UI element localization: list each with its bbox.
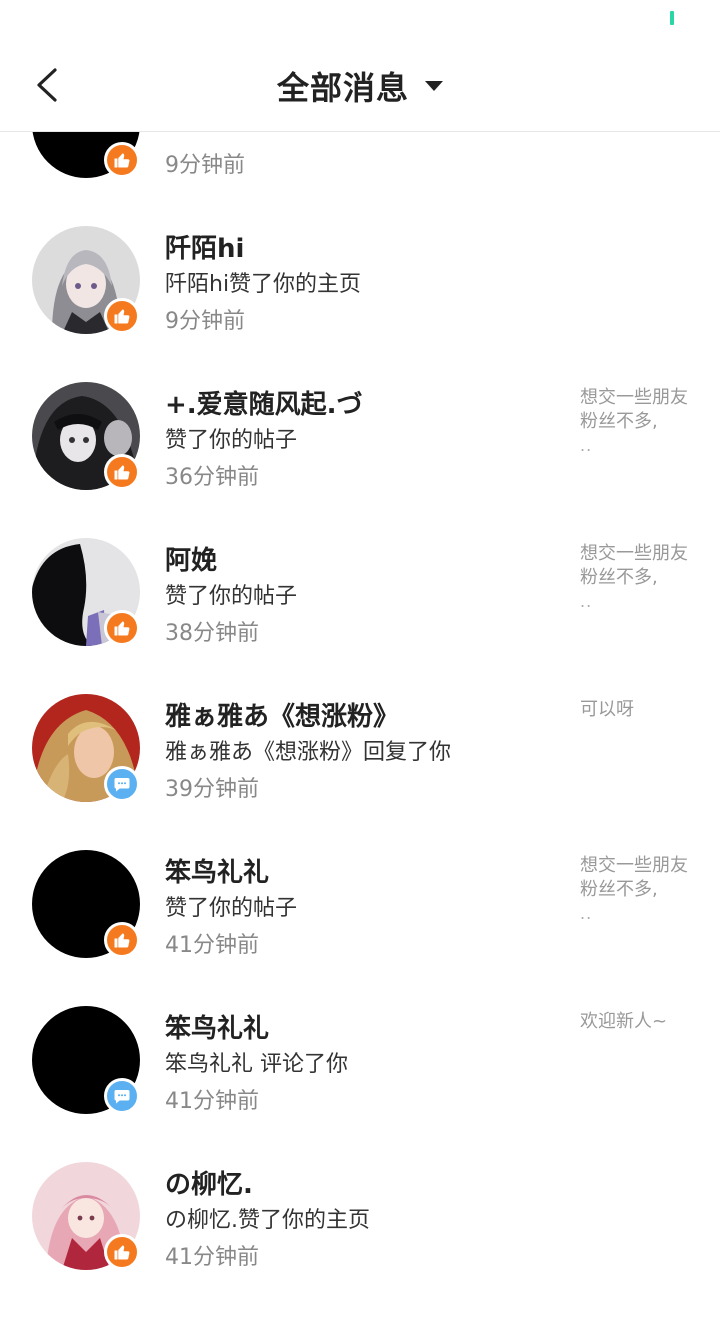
list-item[interactable]: 阿娩 赞了你的帖子 38分钟前 想交一些朋友粉丝不多, .. (0, 538, 720, 694)
message-time: 9分钟前 (165, 309, 245, 334)
list-item[interactable]: 雅ぁ雅あ《想涨粉》 雅ぁ雅あ《想涨粉》回复了你 39分钟前 可以呀 (0, 694, 720, 850)
chat-bubble-icon (114, 778, 130, 792)
message-time: 39分钟前 (165, 777, 259, 802)
header: 全部消息 (0, 40, 720, 132)
sender-name: の柳忆. (165, 1170, 253, 1200)
page-title: 全部消息 (276, 69, 409, 107)
sender-name: 笨鸟礼礼 (165, 1014, 270, 1044)
list-item[interactable]: 笨鸟礼礼 赞了你的帖子 41分钟前 想交一些朋友粉丝不多, .. (0, 850, 720, 1006)
message-action: の柳忆.赞了你的主页 (165, 1208, 370, 1233)
chat-bubble-icon (114, 1090, 130, 1104)
back-button[interactable] (22, 60, 72, 110)
sender-name: 阿娩 (165, 546, 218, 576)
list-item[interactable]: の柳忆. の柳忆.赞了你的主页 41分钟前 (0, 1162, 720, 1318)
thumbs-up-icon (114, 1245, 130, 1260)
preview-ellipsis: .. (580, 436, 593, 455)
message-time: 38分钟前 (165, 621, 259, 646)
preview-ellipsis: .. (580, 592, 593, 611)
sender-name: 笨鸟礼礼 (165, 858, 270, 888)
status-bar (0, 0, 720, 40)
message-time: 41分钟前 (165, 1089, 259, 1114)
chevron-left-icon (37, 68, 57, 102)
status-indicator (670, 11, 674, 25)
message-action: 赞了你的帖子 (165, 428, 298, 453)
list-item[interactable]: +.爱意随风起.づ 赞了你的帖子 36分钟前 想交一些朋友粉丝不多, .. (0, 382, 720, 538)
thumbs-up-icon (114, 933, 130, 948)
like-badge (104, 1234, 140, 1270)
message-time: 41分钟前 (165, 1245, 259, 1270)
list-item[interactable]: 阡陌hi 阡陌hi赞了你的主页 9分钟前 (0, 226, 720, 382)
like-badge (104, 454, 140, 490)
message-action: 赞了你的帖子 (165, 584, 298, 609)
thumbs-up-icon (114, 309, 130, 324)
like-badge (104, 610, 140, 646)
like-badge (104, 142, 140, 178)
message-filter-dropdown[interactable]: 全部消息 (277, 63, 443, 109)
list-item[interactable]: 笨鸟礼礼 笨鸟礼礼 评论了你 41分钟前 欢迎新人~ (0, 1006, 720, 1162)
message-preview: 欢迎新人~ (580, 1011, 668, 1032)
message-time: 9分钟前 (165, 153, 245, 178)
thumbs-up-icon (114, 465, 130, 480)
sender-name: 雅ぁ雅あ《想涨粉》 (165, 702, 400, 732)
preview-ellipsis: .. (580, 904, 593, 923)
like-badge (104, 298, 140, 334)
message-list: 9分钟前 .. 阡陌hi 阡陌hi赞了你的主页 9分钟前 (0, 0, 720, 1280)
message-action: 阡陌hi赞了你的主页 (165, 272, 362, 297)
message-preview: 想交一些朋友粉丝不多, (580, 855, 688, 900)
comment-badge (104, 1078, 140, 1114)
message-preview: 想交一些朋友粉丝不多, (580, 387, 688, 432)
sender-name: 阡陌hi (165, 234, 245, 264)
message-preview: 想交一些朋友粉丝不多, (580, 543, 688, 588)
message-action: 赞了你的帖子 (165, 896, 298, 921)
thumbs-up-icon (114, 153, 130, 168)
message-time: 36分钟前 (165, 465, 259, 490)
comment-badge (104, 766, 140, 802)
message-preview: 可以呀 (580, 699, 634, 720)
sender-name: +.爱意随风起.づ (165, 390, 363, 420)
message-action: 笨鸟礼礼 评论了你 (165, 1052, 348, 1077)
message-action: 雅ぁ雅あ《想涨粉》回复了你 (165, 740, 452, 765)
like-badge (104, 922, 140, 958)
thumbs-up-icon (114, 621, 130, 636)
caret-down-icon (425, 81, 443, 91)
message-time: 41分钟前 (165, 933, 259, 958)
